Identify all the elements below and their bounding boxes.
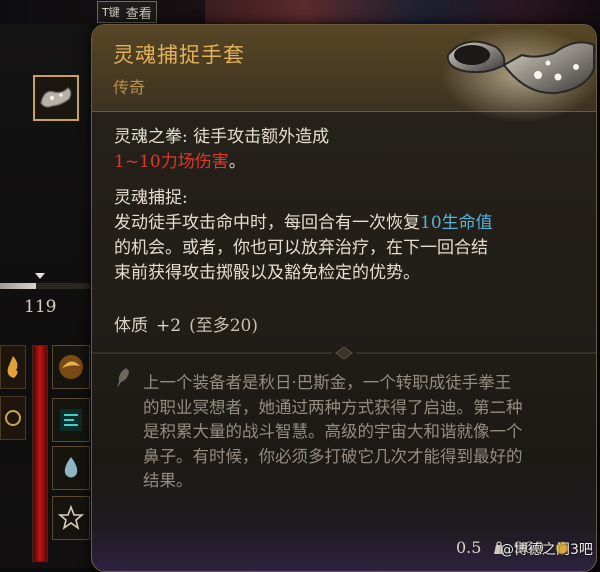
quill-icon [117,368,129,388]
gauntlet-icon [441,27,596,123]
lore-line: 的职业冥想者，她通过两种方式获得了启迪。第二种 [143,397,523,417]
bar-marker-icon [35,273,45,279]
stat-name: 体质 [114,316,148,336]
hotkey-key: T键 [102,6,120,19]
effect-text: 。 [228,152,246,172]
effect-line: 的机会。或者，你也可以放弃治疗，在下一回合结 [114,236,584,261]
section-divider [92,347,596,359]
effect-line: 发动徒手攻击命中时，每回合有一次恢复10生命值 [114,211,584,236]
effect-text: 束前获得攻击掷骰以及豁免检定的优势。 [114,263,420,283]
effect-line: 1~10力场伤害。 [114,150,584,175]
effect-line: 灵魂捕捉: [114,186,584,211]
effect-text: 发动徒手攻击命中时，每回合有一次恢复 [114,213,420,233]
resource-bar [32,345,48,562]
item-weight: 0.5 [456,538,482,557]
health-bar [0,283,90,289]
effects-section: 灵魂之拳: 徒手攻击额外造成 1~10力场伤害。 灵魂捕捉: 发动徒手攻击命中时… [114,125,584,286]
lore-line: 是积累大量的战斗智慧。高级的宇宙大和谐就像一个 [143,422,523,441]
inspect-hotkey[interactable]: T键 查看 [97,1,157,23]
flame-slot-icon[interactable] [0,345,26,389]
lore-line: 结果。 [143,471,193,490]
watermark: @博德之门3吧 [500,542,593,558]
item-tooltip: 灵魂捕捉手套 传奇 灵魂之拳: 徒手攻击额外造成 1~10力场伤害。 灵魂捕捉:… [91,24,597,572]
item-title: 灵魂捕捉手套 [113,43,245,67]
effect-text: 灵魂捕捉: [114,188,188,208]
effect-text: 灵魂之拳: 徒手攻击额外造成 [114,127,330,147]
ornament-slot-icon[interactable] [0,396,26,440]
effect-line: 灵魂之拳: 徒手攻击额外造成 [114,125,584,150]
hotkey-action: 查看 [125,6,152,22]
ability-glyph-icon[interactable] [52,398,90,442]
lore-text: 上一个装备者是秋日·巴斯金，一个转职成徒手拳王 的职业冥想者，她通过两种方式获得… [143,371,583,494]
effect-block-1: 灵魂捕捉: 发动徒手攻击命中时，每回合有一次恢复10生命值 的机会。或者，你也可… [114,186,584,286]
effect-block-0: 灵魂之拳: 徒手攻击额外造成 1~10力场伤害。 [114,125,584,175]
ability-water-icon[interactable] [52,446,90,490]
effect-line: 束前获得攻击掷骰以及豁免检定的优势。 [114,261,584,286]
damage-text: 1~10力场伤害 [114,152,229,172]
stat-value: +2 [156,316,182,336]
lore-line: 上一个装备者是秋日·巴斯金，一个转职成徒手拳王 [143,373,512,392]
effect-text: 的机会。或者，你也可以放弃治疗，在下一回合结 [114,238,488,258]
stat-bonus: 体质 +2 (至多20) [114,311,258,336]
stat-cap: (至多20) [189,316,258,336]
gauntlet-icon [40,87,72,108]
ability-bird-icon[interactable] [52,345,90,389]
item-rarity: 传奇 [113,78,146,97]
heal-text: 10生命值 [420,213,493,233]
equipped-gloves-slot[interactable] [33,75,79,121]
health-bar-fill [0,283,36,289]
ability-star-icon[interactable] [52,496,90,540]
hp-value: 119 [24,297,57,317]
lore-line: 鼻子。有时候，你必须多打破它几次才能得到最好的 [143,446,523,466]
